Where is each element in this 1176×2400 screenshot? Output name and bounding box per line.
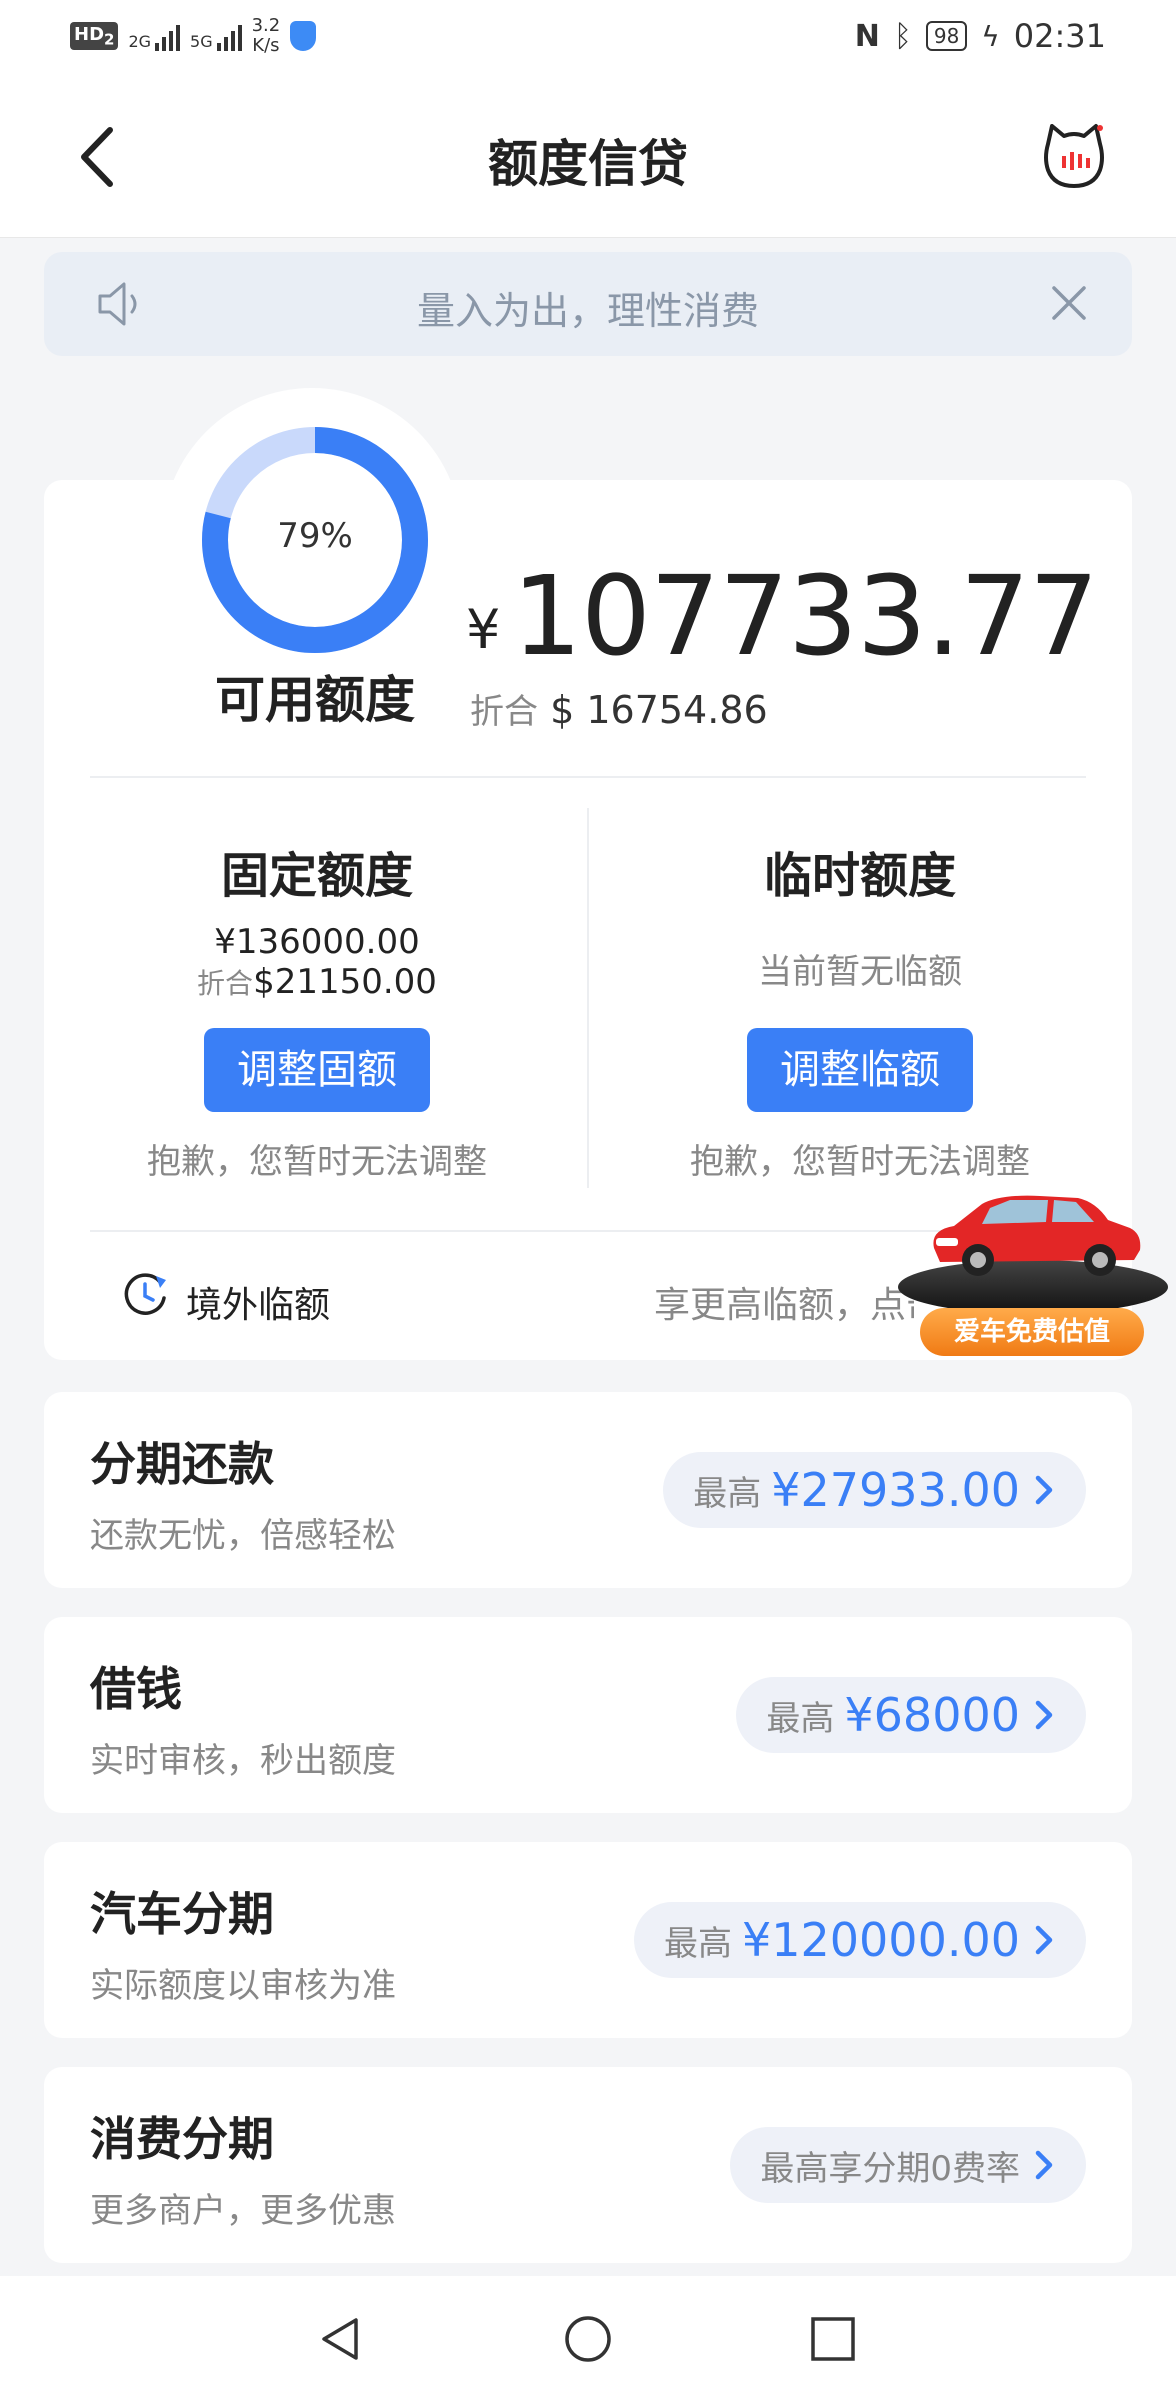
car-valuation-badge: 爱车免费估值 bbox=[920, 1308, 1144, 1356]
gauge-percent-label: 79% bbox=[277, 516, 353, 556]
pill-value: ¥27933.00 bbox=[771, 1463, 1020, 1517]
adjust-fixed-limit-button[interactable]: 调整固额 bbox=[204, 1028, 430, 1112]
product-card-consumer-installment[interactable]: 消费分期 更多商户，更多优惠 最高享分期0费率 bbox=[44, 2067, 1132, 2263]
battery-icon: 98 bbox=[925, 21, 968, 51]
fixed-limit-conversion: 折合$21150.00 bbox=[47, 962, 587, 1002]
conversion-amount: $ 16754.86 bbox=[550, 688, 768, 732]
signal-5g: 5G bbox=[190, 21, 242, 51]
nav-recents-icon[interactable] bbox=[808, 2314, 858, 2364]
status-bar: HD2 2G 5G 3.2 K/s N ᛒ 98 ϟ 02:31 bbox=[0, 0, 1176, 72]
shield-icon bbox=[290, 21, 317, 51]
product-title: 分期还款 bbox=[90, 1437, 274, 1491]
product-card-borrow[interactable]: 借钱 实时审核，秒出额度 最高 ¥68000 bbox=[44, 1617, 1132, 1813]
nav-back-icon[interactable] bbox=[316, 2314, 366, 2364]
app-header: 额度信贷 bbox=[0, 72, 1176, 238]
available-credit-label: 可用额度 bbox=[215, 671, 415, 729]
fixed-limit-amount: ¥136000.00 bbox=[214, 922, 420, 962]
adjust-temp-limit-button[interactable]: 调整临额 bbox=[747, 1028, 973, 1112]
status-left: HD2 2G 5G 3.2 K/s bbox=[70, 14, 317, 58]
hd-badge: HD2 bbox=[70, 21, 119, 51]
product-promo-pill[interactable]: 最高享分期0费率 bbox=[730, 2127, 1086, 2203]
pill-value: ¥120000.00 bbox=[741, 1913, 1020, 1967]
fixed-limit-title: 固定额度 bbox=[220, 848, 413, 904]
fixed-limit-note: 抱歉，您暂时无法调整 bbox=[147, 1142, 487, 1182]
signal-2g: 2G bbox=[128, 21, 181, 51]
product-subtitle: 实时审核，秒出额度 bbox=[90, 1741, 396, 1781]
car-valuation-promo[interactable]: 爱车免费估值 bbox=[890, 1180, 1176, 1366]
product-subtitle: 还款无忧，倍感轻松 bbox=[90, 1516, 396, 1556]
product-title: 借钱 bbox=[90, 1662, 182, 1716]
available-amount: 107733.77 bbox=[512, 552, 1099, 680]
product-card-car-installment[interactable]: 汽车分期 实际额度以审核为准 最高 ¥120000.00 bbox=[44, 1842, 1132, 2038]
product-title: 消费分期 bbox=[90, 2112, 274, 2166]
divider bbox=[90, 776, 1086, 778]
temp-limit-note: 抱歉，您暂时无法调整 bbox=[690, 1142, 1030, 1182]
product-limit-pill[interactable]: 最高 ¥27933.00 bbox=[663, 1452, 1086, 1528]
chevron-right-icon bbox=[1035, 1475, 1053, 1505]
signal-bars-icon bbox=[216, 21, 242, 51]
bluetooth-icon: ᛒ bbox=[893, 18, 912, 54]
page-title: 额度信贷 bbox=[488, 135, 688, 193]
system-nav-bar bbox=[0, 2276, 1176, 2400]
conversion-amount: $21150.00 bbox=[253, 962, 437, 1002]
temp-limit-status: 当前暂无临额 bbox=[758, 952, 962, 992]
product-card-installment-repay[interactable]: 分期还款 还款无忧，倍感轻松 最高 ¥27933.00 bbox=[44, 1392, 1132, 1588]
chevron-right-icon bbox=[1035, 1700, 1053, 1730]
product-subtitle: 更多商户，更多优惠 bbox=[90, 2191, 396, 2231]
pill-label: 最高 bbox=[663, 1923, 732, 1964]
chevron-right-icon bbox=[1035, 2150, 1053, 2180]
conversion-label: 折合 bbox=[470, 692, 538, 732]
nav-home-icon[interactable] bbox=[563, 2314, 613, 2364]
notice-bar: 量入为出，理性消费 bbox=[44, 252, 1132, 356]
column-divider bbox=[587, 808, 589, 1188]
product-subtitle: 实际额度以审核为准 bbox=[90, 1966, 396, 2006]
nfc-icon: N bbox=[854, 18, 880, 54]
product-title: 汽车分期 bbox=[90, 1887, 274, 1941]
net-speed: 3.2 K/s bbox=[251, 15, 281, 56]
pill-label: 最高 bbox=[766, 1698, 835, 1739]
close-icon[interactable] bbox=[1046, 280, 1092, 326]
red-car-icon bbox=[933, 1195, 1141, 1276]
pill-label: 最高享分期0费率 bbox=[760, 2148, 1020, 2189]
conversion-label: 折合 bbox=[197, 967, 254, 1000]
chevron-right-icon bbox=[1035, 1925, 1053, 1955]
product-limit-pill[interactable]: 最高 ¥120000.00 bbox=[633, 1902, 1086, 1978]
clock-time: 02:31 bbox=[1013, 17, 1106, 55]
overseas-limit-label: 境外临额 bbox=[186, 1285, 331, 1326]
available-conversion: 折合 $ 16754.86 bbox=[470, 684, 768, 733]
pill-value: ¥68000 bbox=[844, 1688, 1020, 1742]
currency-symbol: ¥ bbox=[466, 598, 501, 661]
temp-limit-title: 临时额度 bbox=[763, 848, 956, 904]
cat-mascot-icon[interactable] bbox=[1042, 122, 1106, 192]
product-limit-pill[interactable]: 最高 ¥68000 bbox=[736, 1677, 1086, 1753]
clock-plane-icon bbox=[124, 1273, 166, 1315]
notice-text: 量入为出，理性消费 bbox=[416, 289, 759, 333]
signal-bars-icon bbox=[155, 21, 181, 51]
overseas-limit-hint: 享更高临额，点击 bbox=[654, 1285, 914, 1326]
status-right: N ᛒ 98 ϟ 02:31 bbox=[855, 14, 1106, 58]
charging-icon: ϟ bbox=[981, 19, 1000, 53]
pill-label: 最高 bbox=[693, 1473, 762, 1514]
